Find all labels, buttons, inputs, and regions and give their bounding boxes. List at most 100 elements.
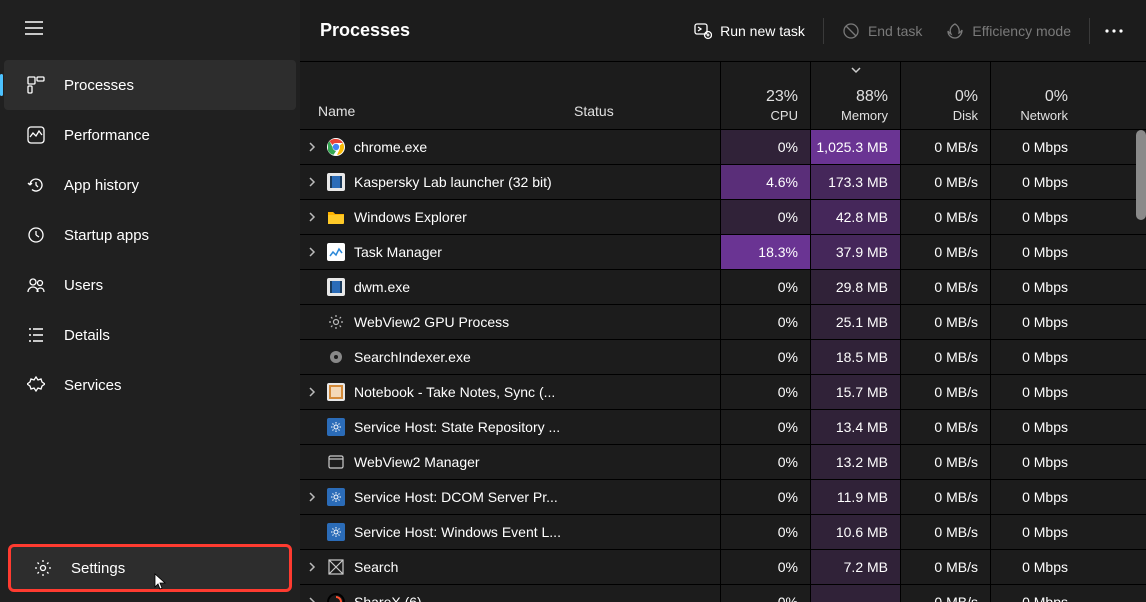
network-cell: 0 Mbps (990, 235, 1080, 269)
network-cell: 0 Mbps (990, 585, 1080, 602)
nav-list: Processes Performance App history Startu… (0, 60, 300, 410)
sidebar: Processes Performance App history Startu… (0, 0, 300, 602)
separator (823, 18, 824, 44)
memory-cell: 42.8 MB (810, 200, 900, 234)
network-cell: 0 Mbps (990, 375, 1080, 409)
memory-cell: 1,025.3 MB (810, 130, 900, 164)
process-icon (324, 380, 348, 404)
expand-toggle[interactable] (300, 177, 324, 187)
column-header-cpu[interactable]: 23% CPU (720, 62, 810, 129)
column-header-network[interactable]: 0% Network (990, 62, 1080, 129)
process-table: Name Status 23% CPU 88% Memory 0% Disk 0… (300, 62, 1146, 602)
nav-item-users[interactable]: Users (4, 260, 296, 310)
table-row[interactable]: ShareX (6)0%0 MB/s0 Mbps (300, 585, 1146, 602)
performance-icon (26, 125, 46, 145)
process-name: SearchIndexer.exe (348, 349, 574, 365)
main-panel: Processes Run new task End task Efficien… (300, 0, 1146, 602)
cpu-cell: 0% (720, 585, 810, 602)
scrollbar-thumb[interactable] (1136, 130, 1146, 220)
memory-cell: 15.7 MB (810, 375, 900, 409)
users-icon (26, 275, 46, 295)
memory-cell: 13.2 MB (810, 445, 900, 479)
memory-total: 88% (856, 88, 888, 106)
hamburger-menu-button[interactable] (14, 8, 54, 48)
nav-item-startup-apps[interactable]: Startup apps (4, 210, 296, 260)
table-row[interactable]: Service Host: State Repository ...0%13.4… (300, 410, 1146, 445)
chevron-right-icon (308, 177, 316, 187)
nav-label: Details (64, 327, 110, 344)
expand-toggle[interactable] (300, 492, 324, 502)
expand-toggle[interactable] (300, 212, 324, 222)
disk-cell: 0 MB/s (900, 340, 990, 374)
table-row[interactable]: Notebook - Take Notes, Sync (...0%15.7 M… (300, 375, 1146, 410)
gear-icon (33, 558, 53, 578)
disk-label: Disk (953, 108, 978, 123)
process-name: Service Host: State Repository ... (348, 419, 574, 435)
table-row[interactable]: WebView2 GPU Process0%25.1 MB0 MB/s0 Mbp… (300, 305, 1146, 340)
memory-cell: 29.8 MB (810, 270, 900, 304)
memory-cell: 11.9 MB (810, 480, 900, 514)
expand-toggle[interactable] (300, 247, 324, 257)
table-row[interactable]: SearchIndexer.exe0%18.5 MB0 MB/s0 Mbps (300, 340, 1146, 375)
settings-label: Settings (71, 560, 125, 577)
nav-item-details[interactable]: Details (4, 310, 296, 360)
process-name: Service Host: DCOM Server Pr... (348, 489, 574, 505)
cpu-cell: 0% (720, 200, 810, 234)
table-row[interactable]: Service Host: DCOM Server Pr...0%11.9 MB… (300, 480, 1146, 515)
process-icon (324, 275, 348, 299)
table-row[interactable]: Kaspersky Lab launcher (32 bit)4.6%173.3… (300, 165, 1146, 200)
history-icon (26, 175, 46, 195)
disk-cell: 0 MB/s (900, 375, 990, 409)
cpu-cell: 4.6% (720, 165, 810, 199)
disk-cell: 0 MB/s (900, 585, 990, 602)
network-cell: 0 Mbps (990, 200, 1080, 234)
nav-label: Performance (64, 127, 150, 144)
nav-label: App history (64, 177, 139, 194)
expand-toggle[interactable] (300, 387, 324, 397)
column-header-status[interactable]: Status (574, 103, 720, 129)
cpu-cell: 0% (720, 515, 810, 549)
column-header-disk[interactable]: 0% Disk (900, 62, 990, 129)
disk-cell: 0 MB/s (900, 305, 990, 339)
network-label: Network (1020, 108, 1068, 123)
run-new-task-button[interactable]: Run new task (682, 13, 817, 49)
chevron-right-icon (308, 492, 316, 502)
end-task-icon (842, 22, 860, 40)
disk-cell: 0 MB/s (900, 480, 990, 514)
process-icon (324, 170, 348, 194)
network-cell: 0 Mbps (990, 445, 1080, 479)
nav-item-processes[interactable]: Processes (4, 60, 296, 110)
chevron-right-icon (308, 597, 316, 602)
table-row[interactable]: chrome.exe0%1,025.3 MB0 MB/s0 Mbps (300, 130, 1146, 165)
disk-cell: 0 MB/s (900, 410, 990, 444)
disk-cell: 0 MB/s (900, 200, 990, 234)
process-icon (324, 450, 348, 474)
nav-item-settings[interactable]: Settings (8, 544, 292, 592)
disk-total: 0% (955, 88, 978, 106)
cpu-cell: 0% (720, 305, 810, 339)
more-options-button[interactable] (1096, 13, 1132, 49)
disk-cell: 0 MB/s (900, 445, 990, 479)
expand-toggle[interactable] (300, 597, 324, 602)
chevron-right-icon (308, 247, 316, 257)
table-row[interactable]: WebView2 Manager0%13.2 MB0 MB/s0 Mbps (300, 445, 1146, 480)
expand-toggle[interactable] (300, 142, 324, 152)
memory-cell (810, 585, 900, 602)
memory-cell: 25.1 MB (810, 305, 900, 339)
table-row[interactable]: Service Host: Windows Event L...0%10.6 M… (300, 515, 1146, 550)
nav-item-performance[interactable]: Performance (4, 110, 296, 160)
page-title: Processes (320, 20, 410, 41)
table-row[interactable]: dwm.exe0%29.8 MB0 MB/s0 Mbps (300, 270, 1146, 305)
table-row[interactable]: Windows Explorer0%42.8 MB0 MB/s0 Mbps (300, 200, 1146, 235)
expand-toggle[interactable] (300, 562, 324, 572)
run-task-label: Run new task (720, 23, 805, 39)
cpu-cell: 0% (720, 375, 810, 409)
column-header-name[interactable]: Name (300, 103, 574, 129)
memory-cell: 10.6 MB (810, 515, 900, 549)
table-row[interactable]: Search0%7.2 MB0 MB/s0 Mbps (300, 550, 1146, 585)
table-row[interactable]: Task Manager18.3%37.9 MB0 MB/s0 Mbps (300, 235, 1146, 270)
column-header-memory[interactable]: 88% Memory (810, 62, 900, 129)
nav-item-services[interactable]: Services (4, 360, 296, 410)
nav-item-app-history[interactable]: App history (4, 160, 296, 210)
cpu-total: 23% (766, 88, 798, 106)
